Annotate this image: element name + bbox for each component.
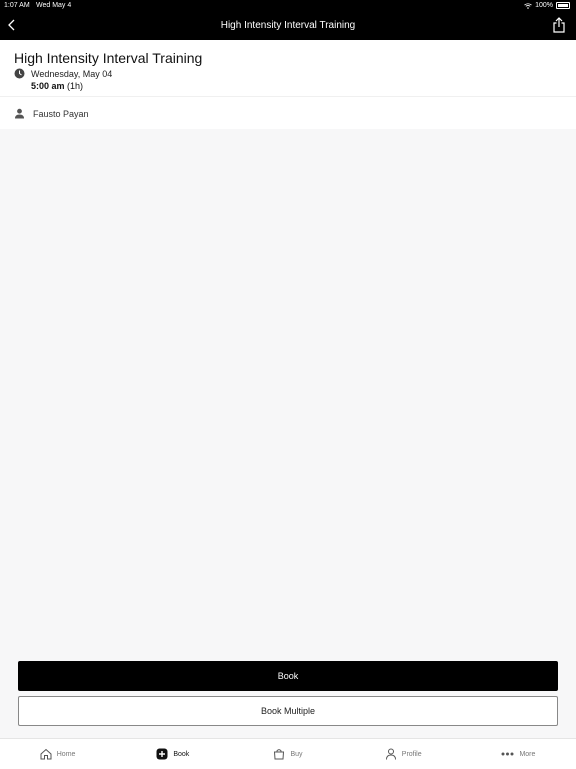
class-title: High Intensity Interval Training bbox=[14, 50, 203, 66]
plus-circle-icon bbox=[156, 748, 168, 760]
instructor-row: Fausto Payan bbox=[0, 96, 576, 129]
tab-buy-label: Buy bbox=[290, 750, 303, 758]
tab-profile-label: Profile bbox=[401, 750, 422, 758]
home-icon bbox=[40, 748, 52, 760]
tab-profile[interactable]: Profile bbox=[346, 739, 461, 769]
class-time-row: 5:00 am (1h) bbox=[31, 81, 83, 91]
person-outline-icon bbox=[385, 748, 396, 760]
nav-title: High Intensity Interval Training bbox=[220, 20, 356, 31]
tab-buy[interactable]: Buy bbox=[230, 739, 345, 769]
tab-bar: Home Book Buy Profile More bbox=[0, 738, 576, 769]
bag-icon bbox=[274, 749, 285, 760]
class-header: High Intensity Interval Training Wednesd… bbox=[0, 40, 576, 96]
person-icon bbox=[15, 108, 24, 119]
ellipsis-icon bbox=[501, 752, 514, 756]
battery-percent: 100% bbox=[535, 2, 553, 9]
tab-more[interactable]: More bbox=[461, 739, 576, 769]
instructor-name: Fausto Payan bbox=[33, 108, 89, 119]
status-time: 1:07 AM bbox=[4, 2, 30, 9]
tab-home[interactable]: Home bbox=[0, 739, 115, 769]
clock-icon bbox=[14, 68, 25, 79]
tab-home-label: Home bbox=[56, 750, 76, 758]
battery-icon bbox=[556, 2, 570, 9]
status-right: 100% bbox=[524, 2, 570, 9]
class-date: Wednesday, May 04 bbox=[31, 68, 113, 79]
book-multiple-button[interactable]: Book Multiple bbox=[18, 696, 558, 726]
share-icon[interactable] bbox=[552, 17, 566, 33]
wifi-icon bbox=[524, 2, 532, 9]
status-bar: 1:07 AM Wed May 4 100% bbox=[0, 0, 576, 12]
status-date: Wed May 4 bbox=[36, 2, 72, 9]
class-time: 5:00 am bbox=[31, 81, 65, 91]
nav-bar: High Intensity Interval Training bbox=[0, 12, 576, 40]
tab-more-label: More bbox=[519, 750, 536, 758]
tab-book[interactable]: Book bbox=[115, 739, 230, 769]
class-duration: (1h) bbox=[67, 81, 84, 91]
tab-book-label: Book bbox=[173, 750, 190, 758]
class-date-row: Wednesday, May 04 bbox=[14, 68, 112, 79]
book-button[interactable]: Book bbox=[18, 661, 558, 691]
